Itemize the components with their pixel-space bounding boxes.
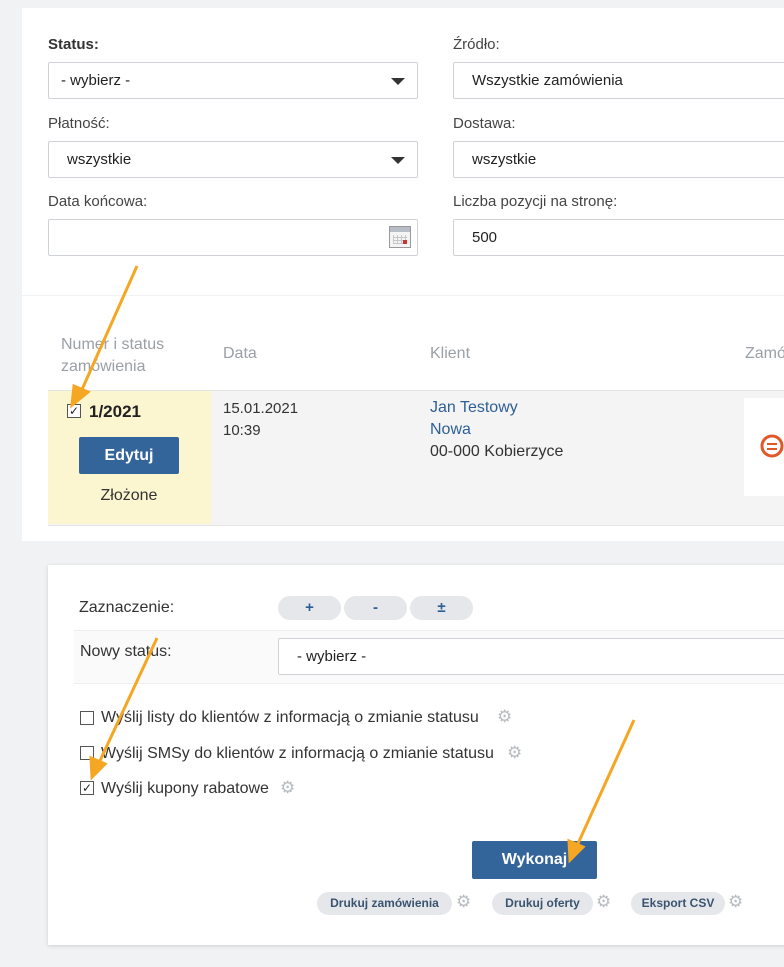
annotation-arrows xyxy=(70,265,636,864)
arrow-icon xyxy=(574,719,636,849)
arrow-head-icon xyxy=(567,838,586,864)
arrow-icon xyxy=(78,265,139,395)
arrow-head-icon xyxy=(70,383,91,409)
arrow-head-icon xyxy=(89,755,108,781)
arrow-icon xyxy=(96,637,159,766)
